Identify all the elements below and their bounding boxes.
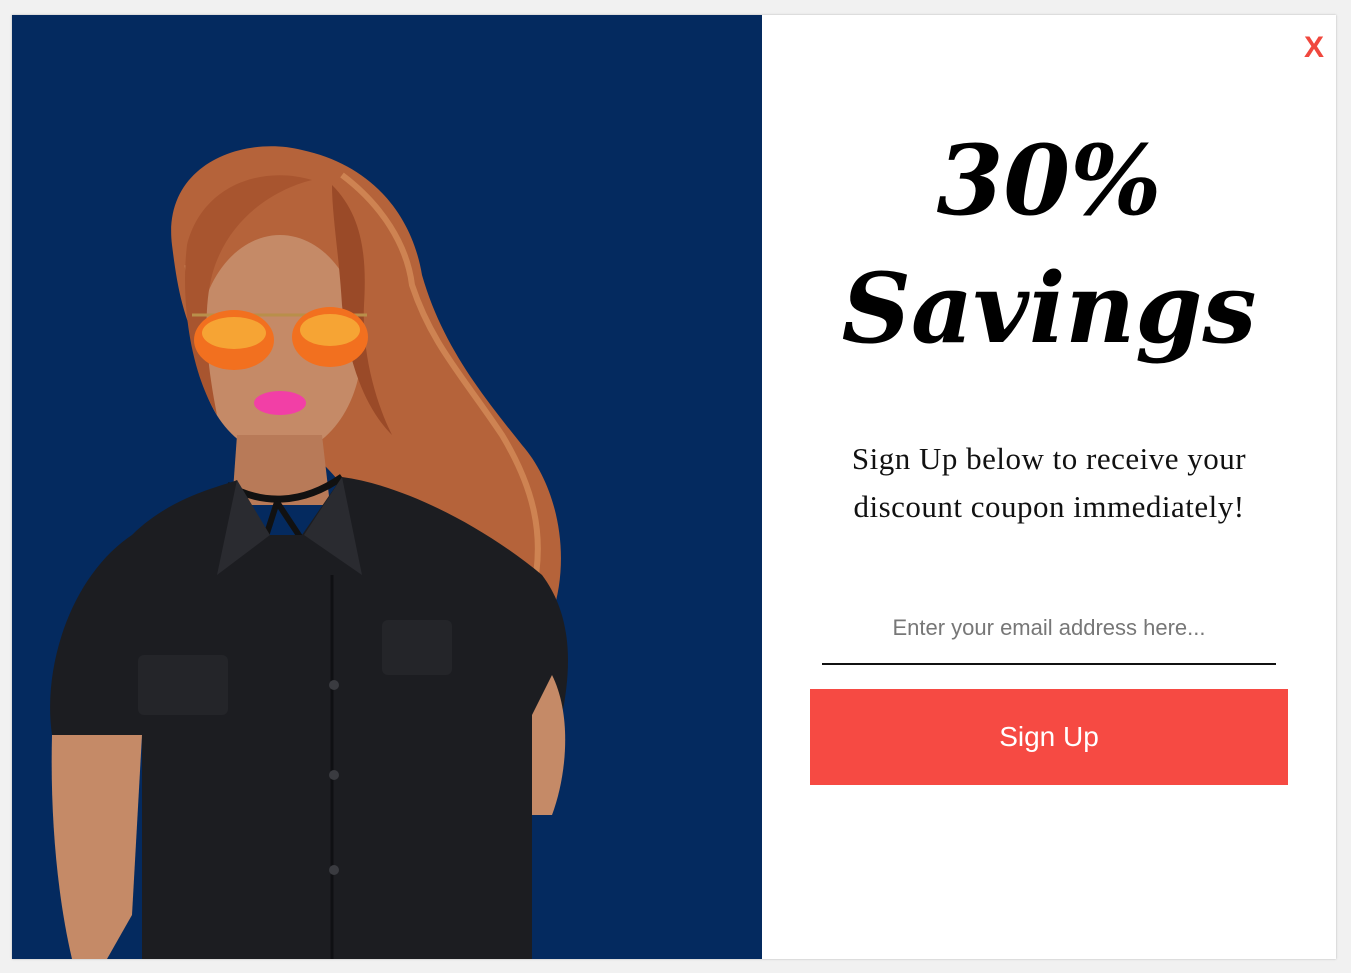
email-input[interactable]	[822, 593, 1276, 665]
signup-button[interactable]: Sign Up	[810, 689, 1288, 785]
signup-description: Sign Up below to receive your discount c…	[851, 441, 1247, 524]
model-photo	[50, 146, 568, 959]
headline-savings: Savings	[841, 252, 1257, 365]
headline-percent: 30%	[936, 124, 1162, 237]
signup-form-panel: X 30% Savings Sign Up below to receive y…	[762, 15, 1336, 959]
signup-popup: X 30% Savings Sign Up below to receive y…	[12, 15, 1336, 959]
close-button[interactable]: X	[1304, 33, 1324, 63]
hero-image-panel	[12, 15, 762, 959]
